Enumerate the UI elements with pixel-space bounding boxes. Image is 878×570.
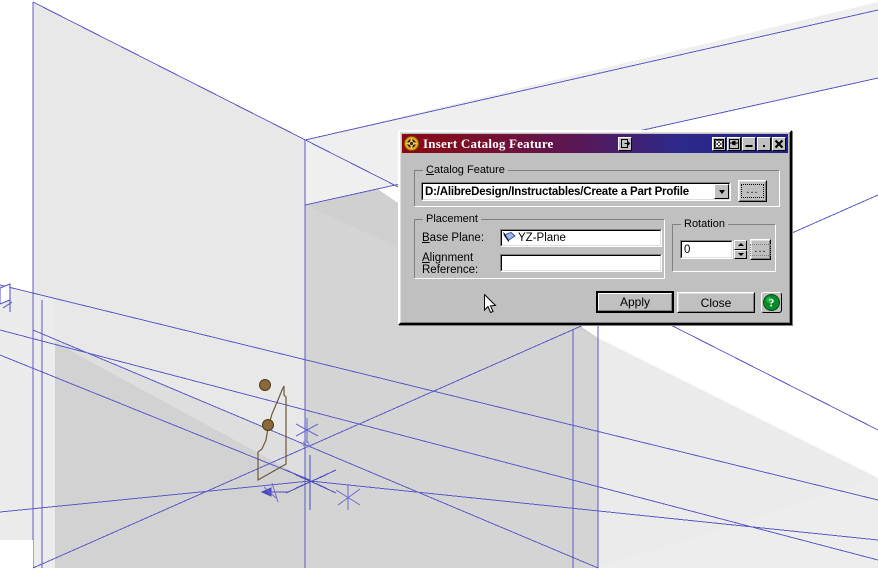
base-plane-value: YZ-Plane — [518, 232, 566, 244]
alignment-reference-label-line1: Alignment — [422, 252, 478, 264]
restore-button[interactable] — [757, 136, 771, 151]
help-icon: ? — [763, 294, 780, 311]
svg-text:?: ? — [769, 298, 775, 310]
catalog-path-dropdown-arrow[interactable] — [714, 184, 729, 199]
alignment-accel: A — [422, 252, 430, 264]
chevron-down-icon — [718, 189, 725, 194]
base-plane-accel: B — [422, 232, 430, 244]
catalog-browse-button[interactable]: ... — [738, 180, 767, 202]
apply-label: Apply — [619, 295, 651, 309]
catalog-browse-label: ... — [741, 184, 764, 198]
catalog-feature-group-label-rest: atalog Feature — [433, 164, 505, 176]
rotation-input[interactable]: 0 — [680, 240, 733, 259]
close-dialog-button[interactable]: Close — [677, 292, 755, 313]
base-plane-field[interactable]: YZ-Plane — [500, 229, 662, 247]
alignment-reference-label-line2: Reference: — [422, 264, 479, 276]
close-label: Close — [700, 295, 732, 310]
sketch-point-2 — [262, 419, 274, 431]
alignment-label-rest: lignment — [429, 252, 474, 264]
viewport-bottom-left-white — [0, 540, 33, 570]
catalog-path-combobox[interactable]: D:/AlibreDesign/Instructables/Create a P… — [421, 182, 731, 201]
base-plane-label: Base Plane: — [422, 232, 484, 244]
minimize-button[interactable] — [742, 136, 756, 151]
alibre-logo-icon — [404, 136, 419, 151]
apply-button[interactable]: Apply — [596, 291, 674, 313]
rotation-more-label: ... — [750, 243, 771, 256]
chevron-up-icon — [737, 243, 744, 247]
rotation-spinner[interactable] — [734, 240, 747, 259]
plane-icon — [503, 231, 516, 244]
chevron-down-icon — [737, 252, 744, 256]
sketch-point-1 — [259, 379, 271, 391]
rotation-spin-up[interactable] — [734, 240, 747, 250]
catalog-path-value: D:/AlibreDesign/Instructables/Create a P… — [425, 185, 689, 198]
pattern-button[interactable] — [712, 136, 726, 151]
rotation-value: 0 — [684, 243, 691, 256]
dialog-title: Insert Catalog Feature — [423, 135, 554, 151]
catalog-feature-accel: C — [426, 164, 434, 176]
detach-button[interactable] — [618, 136, 632, 151]
placement-group-label: Placement — [423, 213, 481, 225]
rotation-more-button[interactable]: ... — [750, 239, 771, 260]
dialog-titlebar[interactable]: Insert Catalog Feature — [402, 134, 788, 153]
pin-button[interactable] — [727, 136, 741, 151]
alignment-reference-label: Alignment Reference: — [422, 252, 478, 276]
base-plane-label-rest: ase Plane: — [429, 232, 485, 244]
close-button[interactable] — [772, 136, 786, 151]
insert-catalog-feature-dialog[interactable]: Insert Catalog Feature Catalog Feature D… — [398, 130, 792, 325]
rotation-group-label: Rotation — [681, 218, 728, 230]
plane-face-left-strip — [0, 285, 55, 568]
catalog-feature-group-label: Catalog Feature — [423, 164, 508, 176]
rotation-spin-down[interactable] — [734, 249, 747, 259]
help-button[interactable]: ? — [761, 292, 782, 313]
alignment-reference-field[interactable] — [500, 254, 662, 272]
